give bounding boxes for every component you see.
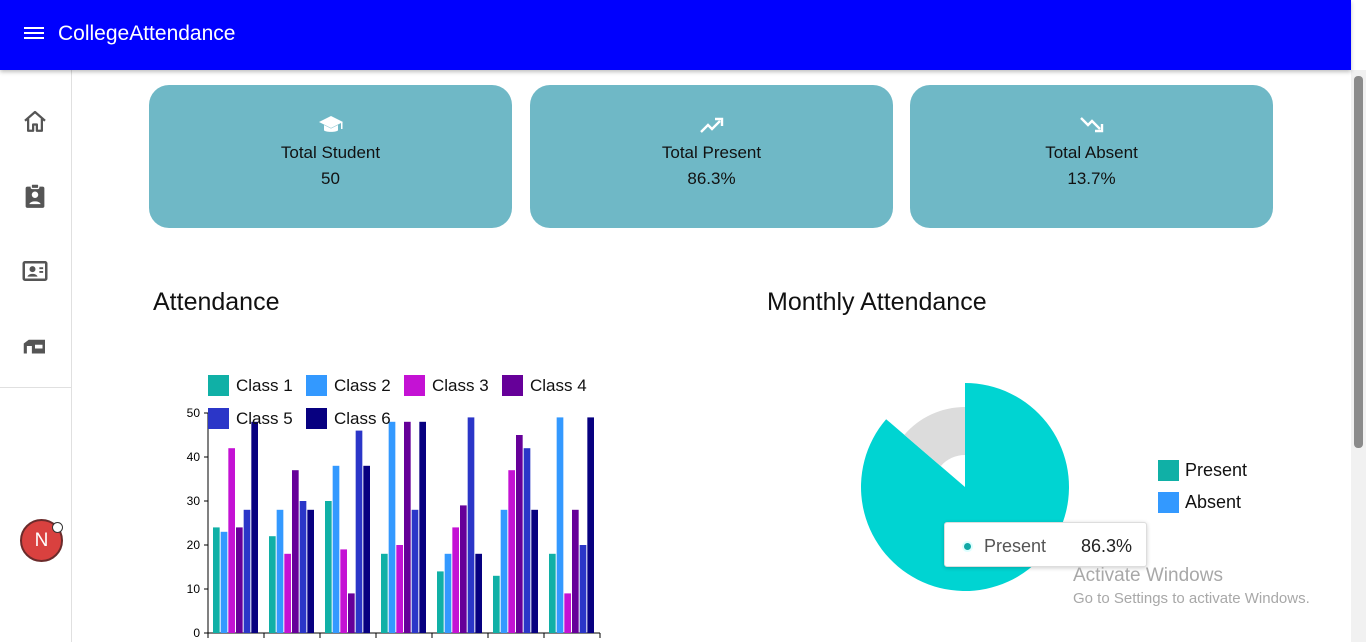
bar-class-5[interactable] [523, 448, 531, 633]
y-tick-label: 40 [187, 450, 201, 464]
app-title: CollegeAttendance [58, 22, 236, 45]
bar-class-4[interactable] [460, 505, 467, 633]
legend-swatch [208, 408, 229, 429]
legend-label: Class 1 [236, 376, 293, 395]
home-icon[interactable] [20, 107, 50, 137]
card-label: Total Student [280, 143, 381, 162]
card-value: 50 [321, 169, 340, 188]
pie-legend-swatch [1158, 492, 1179, 513]
trending-up-icon [530, 113, 893, 137]
menu-icon[interactable] [22, 24, 46, 46]
bar-class-3[interactable] [396, 545, 403, 633]
bar-class-6[interactable] [251, 421, 258, 633]
bar-class-4[interactable] [516, 435, 523, 633]
bar-class-5[interactable] [243, 509, 251, 633]
pie-legend-label: Absent [1185, 492, 1241, 512]
bar-class-5[interactable] [299, 501, 307, 633]
legend-swatch [502, 375, 523, 396]
pie-legend-swatch [1158, 460, 1179, 481]
legend-swatch [208, 375, 229, 396]
tooltip-value: 86.3% [1081, 536, 1133, 556]
monthly-attendance-title: Monthly Attendance [767, 288, 987, 316]
scrollbar-thumb[interactable] [1354, 76, 1363, 448]
bar-class-2[interactable] [444, 553, 452, 633]
graduation-cap-icon [149, 113, 512, 137]
monthly-attendance-pie-chart [861, 383, 1069, 591]
bar-class-4[interactable] [404, 421, 411, 633]
app-bar: CollegeAttendance [0, 0, 1351, 70]
bar-class-3[interactable] [340, 549, 347, 633]
bar-class-5[interactable] [579, 545, 587, 633]
contact-card-icon[interactable] [20, 256, 50, 286]
total-student-card: Total Student 50 [149, 85, 512, 228]
bar-class-6[interactable] [419, 421, 426, 633]
bar-class-1[interactable] [325, 501, 332, 633]
legend-swatch [306, 375, 327, 396]
legend-label: Class 6 [334, 409, 391, 428]
tooltip-dot [962, 541, 973, 552]
bar-class-1[interactable] [381, 553, 388, 633]
attendance-bar-chart: 0 10 20 30 40 50 Class 1 Class 2 Class 3 Class 4 C… [187, 375, 601, 640]
bar-class-3[interactable] [508, 470, 515, 633]
bar-class-3[interactable] [228, 448, 235, 633]
bar-class-2[interactable] [556, 417, 564, 633]
bar-class-1[interactable] [213, 527, 220, 633]
bar-class-4[interactable] [348, 593, 355, 633]
y-tick-label: 20 [187, 538, 201, 552]
scrollbar[interactable] [1351, 70, 1366, 642]
card-label: Total Absent [1045, 143, 1138, 162]
trending-down-icon [910, 113, 1273, 137]
bar-class-4[interactable] [236, 527, 243, 633]
bar-class-2[interactable] [332, 465, 340, 633]
legend-swatch [306, 408, 327, 429]
sidebar-divider [0, 387, 71, 388]
legend-label: Class 5 [236, 409, 293, 428]
bar-class-4[interactable] [572, 509, 579, 633]
y-tick-label: 10 [187, 582, 201, 596]
bar-class-3[interactable] [564, 593, 571, 633]
legend-label: Class 2 [334, 376, 391, 395]
bar-class-6[interactable] [475, 553, 482, 633]
bar-class-2[interactable] [500, 509, 508, 633]
pie-legend: Present Absent [1158, 460, 1247, 513]
tooltip-label: Present [984, 536, 1047, 556]
bar-class-2[interactable] [276, 509, 284, 633]
chart-tooltip: Present 86.3% [944, 522, 1147, 567]
card-value: 86.3% [687, 169, 736, 188]
bar-class-1[interactable] [437, 571, 444, 633]
activate-windows-watermark: Activate Windows [1073, 565, 1223, 586]
legend-label: Class 3 [432, 376, 489, 395]
bar-class-5[interactable] [411, 509, 419, 633]
bar-class-6[interactable] [587, 417, 594, 633]
legend-swatch [404, 375, 425, 396]
bar-class-1[interactable] [549, 553, 556, 633]
bar-class-6[interactable] [307, 509, 314, 633]
total-absent-card: Total Absent 13.7% [910, 85, 1273, 228]
bar-class-5[interactable] [355, 430, 363, 633]
clipboard-account-icon[interactable] [20, 181, 50, 211]
legend-label: Class 4 [530, 376, 587, 395]
bar-class-2[interactable] [388, 421, 396, 633]
attendance-title: Attendance [153, 288, 280, 316]
bar-class-1[interactable] [269, 536, 276, 633]
y-tick-label: 0 [193, 626, 200, 640]
bar-class-6[interactable] [363, 465, 370, 633]
card-value: 13.7% [1067, 169, 1116, 188]
total-present-card: Total Present 86.3% [530, 85, 893, 228]
bar-class-3[interactable] [452, 527, 459, 633]
y-tick-label: 50 [187, 406, 201, 420]
pie-legend-label: Present [1185, 460, 1247, 480]
bar-class-4[interactable] [292, 470, 299, 633]
card-label: Total Present [661, 143, 762, 162]
classroom-icon[interactable] [20, 331, 50, 361]
bar-class-5[interactable] [467, 417, 475, 633]
avatar-status-dot [52, 522, 63, 533]
bar-class-6[interactable] [531, 509, 538, 633]
y-tick-label: 30 [187, 494, 201, 508]
bar-class-1[interactable] [493, 575, 500, 633]
activate-windows-subtext: Go to Settings to activate Windows. [1073, 590, 1310, 607]
bar-class-3[interactable] [284, 553, 291, 633]
bar-class-2[interactable] [220, 531, 228, 633]
